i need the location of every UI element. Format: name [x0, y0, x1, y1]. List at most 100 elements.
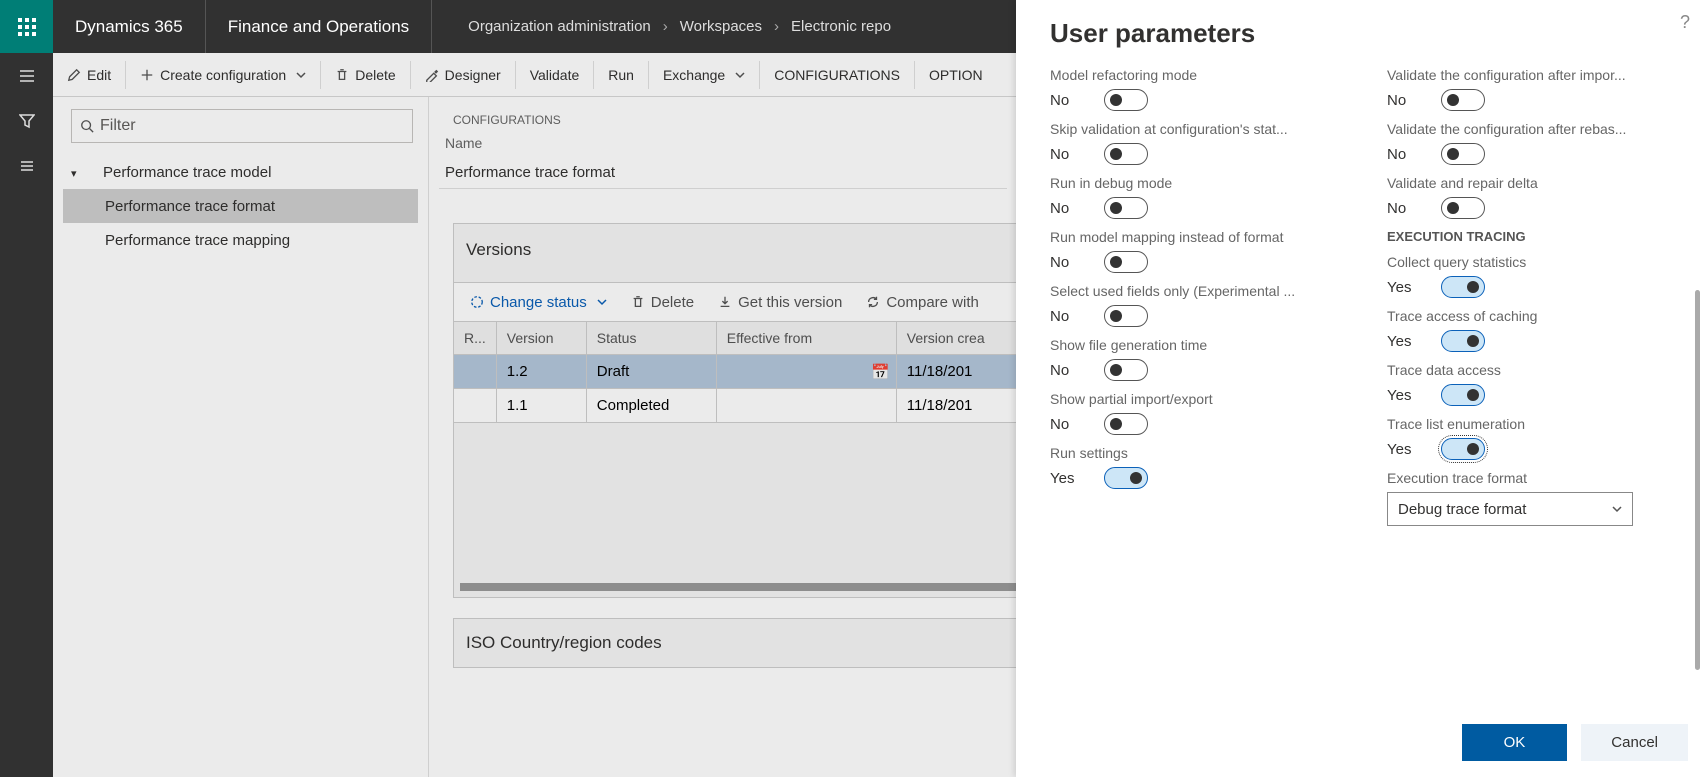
- create-config-button[interactable]: Create configuration: [126, 53, 320, 97]
- breadcrumb-item[interactable]: Electronic repo: [785, 18, 897, 35]
- toggle-label: Run model mapping instead of format: [1050, 229, 1341, 245]
- hamburger-button[interactable]: [0, 53, 53, 98]
- toggle-switch[interactable]: [1104, 197, 1148, 219]
- toggle-switch[interactable]: [1441, 384, 1485, 406]
- version-delete-button[interactable]: Delete: [619, 282, 706, 322]
- toggle-label: Validate the configuration after rebas..…: [1387, 121, 1678, 137]
- toggle-value: No: [1387, 146, 1413, 163]
- panel-title: User parameters: [1050, 18, 1678, 49]
- toggle-value: No: [1050, 146, 1076, 163]
- calendar-icon[interactable]: 📅: [871, 363, 890, 381]
- brand-dynamics[interactable]: Dynamics 365: [53, 0, 206, 53]
- breadcrumb-item[interactable]: Workspaces: [674, 18, 768, 35]
- col-status[interactable]: Status: [586, 322, 716, 355]
- col-r[interactable]: R...: [454, 322, 496, 355]
- toggle-value: No: [1050, 200, 1076, 217]
- filter-placeholder: Filter: [100, 117, 136, 135]
- brand-module[interactable]: Finance and Operations: [206, 0, 432, 53]
- field-label-name: Name: [445, 133, 1007, 157]
- funnel-icon: [19, 113, 35, 129]
- filter-button[interactable]: [0, 98, 53, 143]
- list-icon: [19, 158, 35, 174]
- pencil-icon: [67, 68, 81, 82]
- toggle-value: Yes: [1387, 387, 1413, 404]
- toggle-value: Yes: [1387, 441, 1413, 458]
- chevron-right-icon: ›: [768, 18, 785, 35]
- refresh-icon: [866, 295, 880, 309]
- toggle-switch[interactable]: [1441, 276, 1485, 298]
- group-heading-execution-tracing: EXECUTION TRACING: [1387, 229, 1678, 244]
- chevron-down-icon: [735, 70, 745, 80]
- filter-input[interactable]: Filter: [71, 109, 413, 143]
- toggle-switch[interactable]: [1441, 330, 1485, 352]
- toggle-switch[interactable]: [1104, 251, 1148, 273]
- cancel-button[interactable]: Cancel: [1581, 724, 1688, 761]
- delete-button[interactable]: Delete: [321, 53, 409, 97]
- tree-root-item[interactable]: ▾ Performance trace model: [63, 155, 418, 189]
- toggle-label: Validate and repair delta: [1387, 175, 1678, 191]
- panel-left-column: Model refactoring mode No Skip validatio…: [1050, 67, 1341, 647]
- chevron-right-icon: ›: [657, 18, 674, 35]
- compare-button[interactable]: Compare with: [854, 282, 991, 322]
- toggle-switch[interactable]: [1104, 359, 1148, 381]
- get-version-button[interactable]: Get this version: [706, 282, 854, 322]
- col-effective[interactable]: Effective from: [716, 322, 896, 355]
- waffle-icon: [18, 18, 36, 36]
- ok-button[interactable]: OK: [1462, 724, 1568, 761]
- trace-format-select[interactable]: Debug trace format: [1387, 492, 1633, 526]
- options-button[interactable]: OPTION: [915, 53, 997, 97]
- hamburger-icon: [19, 68, 35, 84]
- toggle-label: Collect query statistics: [1387, 254, 1678, 270]
- field-label-trace-format: Execution trace format: [1387, 470, 1678, 486]
- chevron-down-icon: ▾: [71, 167, 77, 180]
- toggle-switch[interactable]: [1104, 305, 1148, 327]
- change-status-button[interactable]: Change status: [458, 282, 619, 322]
- toggle-value: No: [1387, 200, 1413, 217]
- breadcrumb-item[interactable]: Organization administration: [462, 18, 657, 35]
- help-button[interactable]: ?: [1680, 12, 1690, 33]
- toggle-label: Trace access of caching: [1387, 308, 1678, 324]
- toggle-switch[interactable]: [1104, 143, 1148, 165]
- list-button[interactable]: [0, 143, 53, 188]
- toggle-switch[interactable]: [1441, 197, 1485, 219]
- scrollbar[interactable]: [1695, 290, 1700, 670]
- toggle-value: No: [1050, 416, 1076, 433]
- toggle-value: Yes: [1387, 279, 1413, 296]
- toggle-label: Skip validation at configuration's stat.…: [1050, 121, 1341, 137]
- toggle-value: Yes: [1387, 333, 1413, 350]
- toggle-switch[interactable]: [1104, 413, 1148, 435]
- tree-child-item[interactable]: Performance trace format: [63, 189, 418, 223]
- toggle-switch[interactable]: [1104, 467, 1148, 489]
- edit-button[interactable]: Edit: [53, 53, 125, 97]
- col-version[interactable]: Version: [496, 322, 586, 355]
- toggle-value: No: [1050, 92, 1076, 109]
- toggle-value: Yes: [1050, 470, 1076, 487]
- toggle-switch[interactable]: [1441, 438, 1485, 460]
- run-button[interactable]: Run: [594, 53, 648, 97]
- designer-icon: [425, 68, 439, 82]
- configurations-button[interactable]: CONFIGURATIONS: [760, 53, 914, 97]
- exchange-button[interactable]: Exchange: [649, 53, 759, 97]
- toggle-label: Select used fields only (Experimental ..…: [1050, 283, 1341, 299]
- toggle-switch[interactable]: [1104, 89, 1148, 111]
- toggle-switch[interactable]: [1441, 143, 1485, 165]
- tree-child-item[interactable]: Performance trace mapping: [63, 223, 418, 257]
- left-nav-rail: [0, 53, 53, 777]
- toggle-value: No: [1387, 92, 1413, 109]
- field-value-name[interactable]: Performance trace format: [439, 157, 1007, 189]
- panel-right-column: Validate the configuration after impor..…: [1387, 67, 1678, 647]
- spinner-icon: [470, 295, 484, 309]
- toggle-label: Run settings: [1050, 445, 1341, 461]
- toggle-switch[interactable]: [1441, 89, 1485, 111]
- toggle-label: Show partial import/export: [1050, 391, 1341, 407]
- user-parameters-panel: ? User parameters Model refactoring mode…: [1016, 0, 1704, 777]
- search-icon: [80, 119, 94, 133]
- tree-pane: Filter ▾ Performance trace model Perform…: [53, 97, 429, 777]
- plus-icon: [140, 68, 154, 82]
- chevron-down-icon: [296, 70, 306, 80]
- app-launcher-button[interactable]: [0, 0, 53, 53]
- toggle-value: No: [1050, 254, 1076, 271]
- designer-button[interactable]: Designer: [411, 53, 515, 97]
- toggle-label: Validate the configuration after impor..…: [1387, 67, 1678, 83]
- validate-button[interactable]: Validate: [516, 53, 594, 97]
